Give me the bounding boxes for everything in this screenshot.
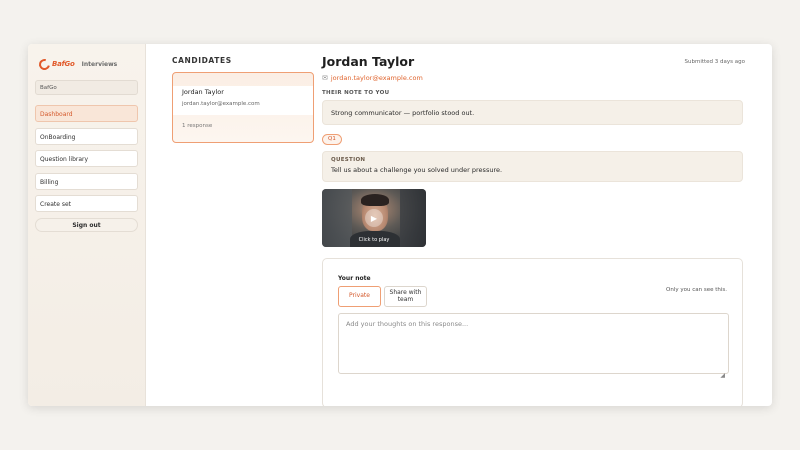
- play-icon[interactable]: ▶: [365, 209, 383, 227]
- mail-icon: ✉: [322, 74, 328, 82]
- their-note-text: Strong communicator — portfolio stood ou…: [322, 100, 743, 125]
- brand-subtitle: Interviews: [81, 60, 118, 68]
- sidebar-nav: Dashboard OnBoarding Question library Bi…: [35, 105, 138, 212]
- app-window: BafGo Interviews BafGo Dashboard OnBoard…: [28, 44, 772, 406]
- their-note-label: THEIR NOTE TO YOU: [322, 90, 390, 96]
- candidate-card[interactable]: Jordan Taylor jordan.taylor@example.com …: [172, 72, 314, 143]
- resize-handle-icon[interactable]: ◢: [720, 372, 725, 379]
- logo-icon: [36, 56, 53, 72]
- share-with-team-button[interactable]: Share with team: [384, 286, 427, 307]
- submitted-timestamp: Submitted 3 days ago: [684, 59, 746, 65]
- candidate-detail: Jordan Taylor Submitted 3 days ago ✉ jor…: [314, 44, 772, 406]
- candidate-info: Jordan Taylor jordan.taylor@example.com: [173, 86, 313, 115]
- question-label: QUESTION: [331, 157, 366, 163]
- question-chip[interactable]: Q1: [322, 134, 342, 145]
- candidate-email: jordan.taylor@example.com: [182, 101, 260, 107]
- play-label: Click to play: [358, 237, 390, 243]
- your-note-title: Your note: [338, 275, 371, 282]
- sidebar-item-billing[interactable]: Billing: [35, 172, 138, 190]
- sign-out-button[interactable]: Sign out: [35, 217, 138, 232]
- visibility-hint: Only you can see this.: [666, 287, 727, 293]
- private-button[interactable]: Private: [338, 286, 381, 307]
- video-person-hair: [361, 194, 389, 206]
- question-text: Tell us about a challenge you solved und…: [331, 166, 503, 174]
- brand[interactable]: BafGo Interviews: [36, 56, 138, 72]
- email-row: ✉ jordan.taylor@example.com: [322, 74, 748, 82]
- candidates-title: CANDIDATES: [172, 56, 232, 65]
- your-note-panel: Your note Only you can see this. Private…: [322, 258, 743, 406]
- sidebar: BafGo Interviews BafGo Dashboard OnBoard…: [28, 44, 146, 406]
- question-box: QUESTION Tell us about a challenge you s…: [322, 151, 743, 182]
- note-textarea[interactable]: [338, 313, 729, 374]
- candidate-response-count: 1 response: [182, 123, 213, 129]
- brand-name: BafGo: [52, 60, 75, 68]
- candidate-name: Jordan Taylor: [182, 88, 224, 96]
- sidebar-item-create-set[interactable]: Create set: [35, 195, 138, 212]
- sidebar-item-question-library[interactable]: Question library: [35, 150, 138, 167]
- sidebar-item-onboarding[interactable]: OnBoarding: [35, 127, 138, 145]
- sidebar-item-dashboard[interactable]: Dashboard: [35, 105, 138, 122]
- workspace-selector[interactable]: BafGo: [35, 80, 138, 95]
- candidate-email-link[interactable]: jordan.taylor@example.com: [331, 74, 423, 82]
- candidates-panel: CANDIDATES Jordan Taylor jordan.taylor@e…: [146, 44, 314, 406]
- response-video[interactable]: ▶ Click to play: [322, 189, 426, 247]
